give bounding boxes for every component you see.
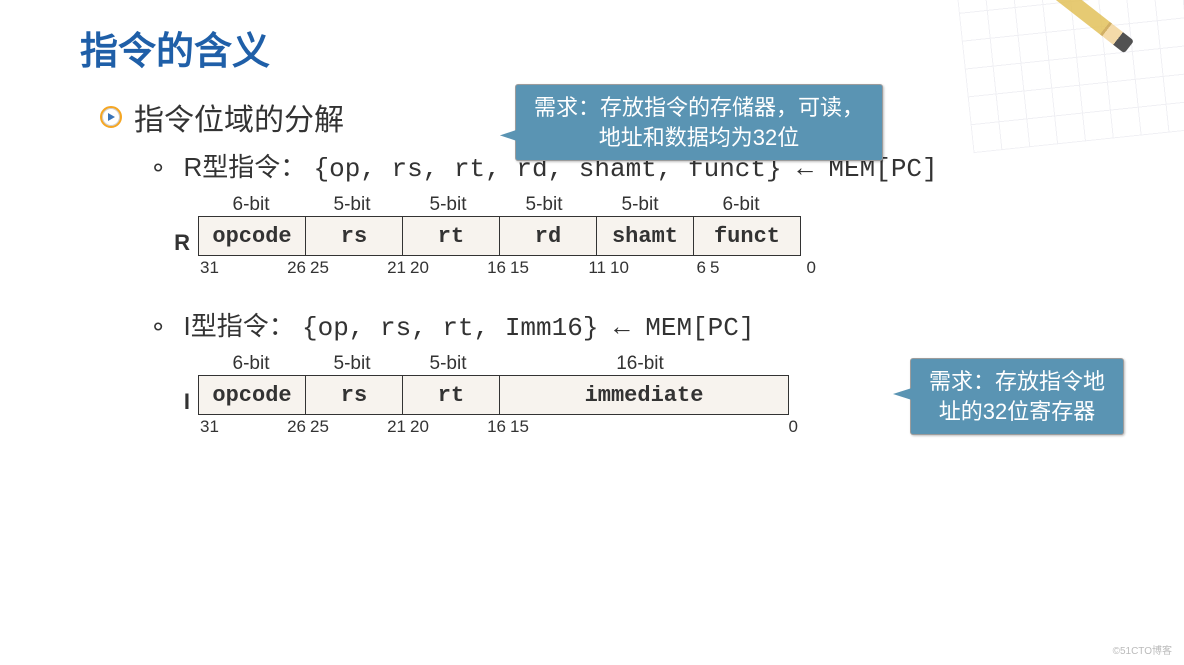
bit-label: 5-bit [592, 194, 688, 216]
r-row-label: R [150, 230, 198, 256]
bit-num: 5 [710, 258, 719, 278]
bit-label: 16-bit [496, 353, 784, 375]
i-bit-ranges: 31 26 25 21 20 16 15 0 [198, 417, 830, 437]
field-shamt: shamt [597, 216, 694, 256]
bit-num: 15 [510, 417, 529, 437]
bit-num: 21 [387, 417, 406, 437]
watermark: ©51CTO博客 [1113, 642, 1172, 657]
field-rs: rs [306, 216, 403, 256]
bit-num: 20 [410, 258, 429, 278]
i-type-label: I型指令： [184, 311, 295, 341]
bit-label: 5-bit [400, 353, 496, 375]
callout-line: 地址和数据均为32位 [534, 123, 864, 153]
bit-label: 6-bit [688, 194, 794, 216]
bit-label: 6-bit [198, 353, 304, 375]
i-top-bit-labels: 6-bit 5-bit 5-bit 16-bit [198, 353, 830, 375]
field-funct: funct [694, 216, 801, 256]
bit-num: 6 [697, 258, 706, 278]
field-rs: rs [306, 375, 403, 415]
i-field-boxes: opcode rs rt immediate [198, 375, 789, 415]
background-blueprint [956, 0, 1184, 153]
bit-num: 26 [287, 258, 306, 278]
bit-num: 16 [487, 417, 506, 437]
callout-line: 址的32位寄存器 [929, 397, 1105, 427]
r-type-label: R型指令： [184, 152, 307, 182]
bit-label: 5-bit [304, 353, 400, 375]
bit-num: 25 [310, 417, 329, 437]
r-bit-ranges: 31 26 25 21 20 16 15 11 10 6 5 0 [198, 258, 830, 278]
bit-label: 6-bit [198, 194, 304, 216]
bit-num: 0 [789, 417, 798, 437]
bit-num: 31 [200, 417, 219, 437]
bit-num: 20 [410, 417, 429, 437]
bit-num: 26 [287, 417, 306, 437]
callout-line: 需求：存放指令的存储器，可读， [534, 93, 864, 123]
bit-num: 15 [510, 258, 529, 278]
bit-num: 10 [610, 258, 629, 278]
bit-label: 5-bit [304, 194, 400, 216]
main-bullet-text: 指令位域的分解 [134, 95, 344, 139]
callout-memory-requirement: 需求：存放指令的存储器，可读， 地址和数据均为32位 [515, 84, 883, 161]
field-rt: rt [403, 375, 500, 415]
bit-num: 11 [588, 258, 606, 278]
i-type-line: I型指令： {op, rs, rt, Imm16} ← MEM[PC] [150, 306, 1114, 343]
field-rt: rt [403, 216, 500, 256]
callout-register-requirement: 需求：存放指令地 址的32位寄存器 [910, 358, 1124, 435]
bullet-icon [100, 106, 122, 128]
r-field-boxes: opcode rs rt rd shamt funct [198, 216, 801, 256]
field-rd: rd [500, 216, 597, 256]
i-row-label: I [150, 389, 198, 415]
bit-num: 25 [310, 258, 329, 278]
field-immediate: immediate [500, 375, 789, 415]
r-top-bit-labels: 6-bit 5-bit 5-bit 5-bit 5-bit 6-bit [198, 194, 830, 216]
bit-label: 5-bit [496, 194, 592, 216]
field-opcode: opcode [198, 375, 306, 415]
slide-title: 指令的含义 [80, 20, 1114, 75]
bit-label: 5-bit [400, 194, 496, 216]
i-type-code: {op, rs, rt, Imm16} ← MEM[PC] [302, 313, 754, 343]
bit-num: 21 [387, 258, 406, 278]
bit-num: 16 [487, 258, 506, 278]
i-format-diagram: 6-bit 5-bit 5-bit 16-bit I opcode rs rt … [150, 353, 830, 437]
r-format-diagram: 6-bit 5-bit 5-bit 5-bit 5-bit 6-bit R op… [150, 194, 830, 278]
bit-num: 0 [807, 258, 816, 278]
bit-num: 31 [200, 258, 219, 278]
field-opcode: opcode [198, 216, 306, 256]
callout-line: 需求：存放指令地 [929, 367, 1105, 397]
